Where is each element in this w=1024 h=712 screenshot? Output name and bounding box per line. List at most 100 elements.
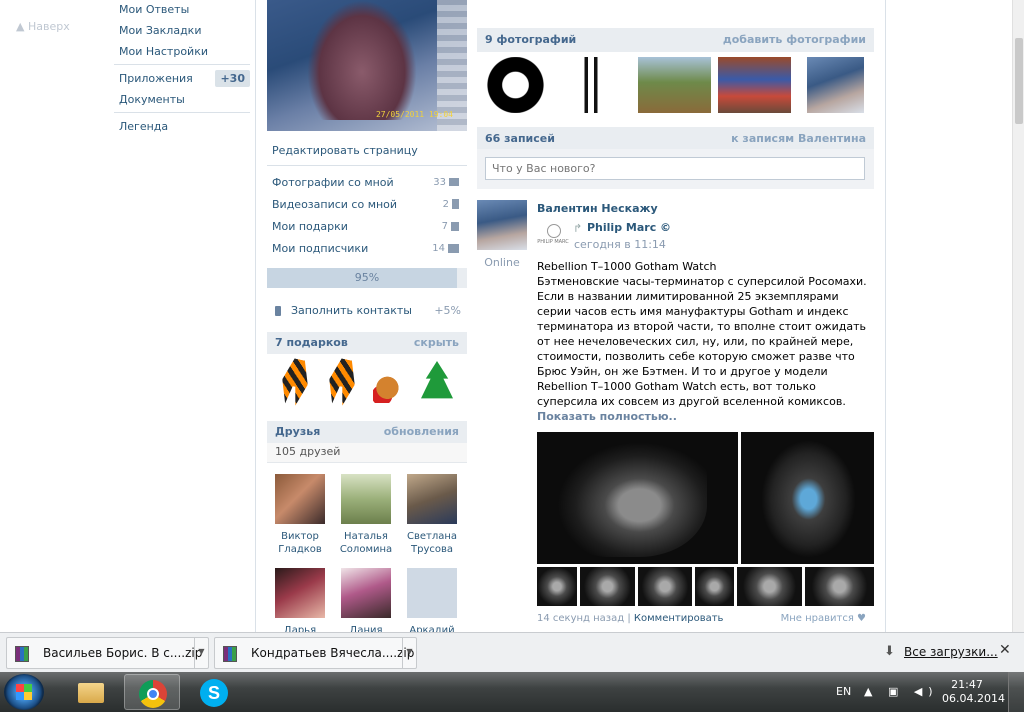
online-status: Online	[484, 256, 520, 269]
close-downloads-button[interactable]: ✕	[999, 642, 1011, 658]
repost-time[interactable]: сегодня в 11:14	[574, 238, 666, 251]
comment-link[interactable]: Комментировать	[634, 613, 724, 624]
gift-tree[interactable]	[413, 359, 459, 409]
phone-icon	[275, 306, 281, 316]
completion-percent: 95%	[354, 271, 380, 284]
post-author-avatar[interactable]	[477, 200, 527, 250]
gifts-header[interactable]: 7 подарков скрыть	[267, 332, 467, 354]
camera-icon	[449, 178, 459, 186]
nav-item-legend[interactable]: Легенда	[110, 116, 254, 137]
photos-with-me-link[interactable]: Фотографии со мной 33	[267, 172, 467, 194]
tray-icons[interactable]: ▲ ▣ ◀)	[864, 685, 939, 698]
photo-thumbnails	[477, 55, 874, 117]
videos-count: 2	[442, 199, 449, 210]
philip-marc-logo[interactable]: PHILIP MARC	[537, 222, 569, 248]
download-options-icon[interactable]: ▼	[194, 638, 208, 668]
my-followers-link[interactable]: Мои подписчики 14	[267, 238, 467, 260]
download-item[interactable]: Васильев Борис. В с....zip ▼	[6, 637, 209, 669]
downloads-bar: Васильев Борис. В с....zip ▼ Кондратьев …	[0, 632, 1024, 672]
friend-avatar	[275, 568, 325, 618]
fill-contacts-link[interactable]: Заполнить контакты +5%	[267, 298, 467, 324]
friend-card[interactable]: Наталья Соломина	[336, 474, 396, 556]
followers-count: 14	[432, 243, 445, 254]
post-thumb[interactable]	[638, 567, 692, 606]
nav-item-apps[interactable]: Приложения +30	[110, 68, 254, 89]
post-image-watch-side[interactable]	[537, 432, 738, 564]
new-post-box	[477, 149, 874, 189]
archive-icon	[15, 646, 29, 662]
my-gifts-link[interactable]: Мои подарки 7	[267, 216, 467, 238]
photo-thumb-calligraphy[interactable]	[559, 57, 632, 113]
profile-photo[interactable]: 27/05/2011 19:04	[267, 0, 467, 131]
clock-time: 21:47	[951, 678, 983, 691]
start-button[interactable]	[4, 674, 44, 710]
photo-thumb-park[interactable]	[638, 57, 711, 113]
post-thumb[interactable]	[580, 567, 635, 606]
friend-avatar	[341, 568, 391, 618]
default-avatar-dog-icon	[407, 568, 457, 618]
watch-image	[761, 440, 856, 558]
show-full-link[interactable]: Показать полностью..	[537, 410, 677, 423]
gift-deer[interactable]	[367, 359, 413, 409]
windows-logo-icon	[16, 684, 32, 700]
language-indicator[interactable]: EN	[836, 685, 851, 698]
friend-card[interactable]: Аркадий	[402, 568, 462, 632]
edit-page-link[interactable]: Редактировать страницу	[267, 140, 467, 166]
photo-thumb-deck[interactable]	[807, 57, 864, 113]
friends-updates-link[interactable]: обновления	[384, 421, 459, 443]
add-photos-link[interactable]: добавить фотографии	[723, 28, 866, 52]
nav-item-answers[interactable]: Мои Ответы	[110, 0, 254, 20]
watch-image	[557, 442, 707, 557]
column-divider	[885, 0, 886, 632]
post-thumb[interactable]	[695, 567, 734, 606]
footer-separator: |	[627, 613, 631, 624]
post-thumb[interactable]	[737, 567, 802, 606]
photos-header[interactable]: 9 фотографий добавить фотографии	[477, 28, 874, 52]
post-text: Rebellion T–1000 Gotham Watch Бэтменовски…	[537, 260, 867, 408]
nav-divider	[114, 112, 250, 113]
hide-gifts-link[interactable]: скрыть	[414, 332, 459, 354]
videos-with-me-link[interactable]: Видеозаписи со мной 2	[267, 194, 467, 216]
explorer-taskbar-button[interactable]	[62, 674, 118, 710]
photo-figure	[307, 0, 417, 120]
post-author-name[interactable]: Валентин Нескажу	[537, 202, 658, 215]
people-icon	[448, 243, 459, 253]
show-desktop-button[interactable]	[1008, 672, 1024, 712]
post-thumb[interactable]	[537, 567, 577, 606]
friends-header[interactable]: Друзья обновления	[267, 421, 467, 443]
folder-icon	[78, 683, 104, 703]
post-thumb[interactable]	[805, 567, 874, 606]
friend-card[interactable]: Дарья	[270, 568, 330, 632]
scroll-to-top-link[interactable]: ▲ Наверх	[16, 20, 70, 33]
clock[interactable]: 21:47 06.04.2014	[942, 678, 1005, 706]
like-button[interactable]: Мне нравится ♥	[781, 613, 866, 624]
nav-item-settings[interactable]: Мои Настройки	[110, 41, 254, 62]
christmas-tree-icon	[421, 361, 453, 399]
page-scrollbar[interactable]	[1012, 0, 1024, 632]
chrome-icon	[139, 680, 167, 708]
nav-item-documents[interactable]: Документы	[110, 89, 254, 110]
friend-card[interactable]: Дания	[336, 568, 396, 632]
gifts-list	[267, 355, 467, 411]
nav-item-bookmarks[interactable]: Мои Закладки	[110, 20, 254, 41]
friend-card[interactable]: Светлана Трусова	[402, 474, 462, 556]
scrollbar-thumb[interactable]	[1015, 38, 1023, 124]
download-item[interactable]: Кондратьев Вячесла....zip ▼	[214, 637, 417, 669]
ribbon-icon	[325, 357, 360, 407]
friend-avatar	[407, 474, 457, 524]
skype-taskbar-button[interactable]: S	[186, 674, 242, 710]
chrome-taskbar-button[interactable]	[124, 674, 180, 710]
repost-source-name[interactable]: Philip Marc ©	[587, 221, 671, 234]
download-options-icon[interactable]: ▼	[402, 638, 416, 668]
new-post-input[interactable]	[485, 157, 865, 180]
gift-ribbon[interactable]	[272, 359, 318, 409]
post-time-ago[interactable]: 14 секунд назад	[537, 613, 624, 624]
friend-card[interactable]: Виктор Гладков	[270, 474, 330, 556]
all-downloads-link[interactable]: Все загрузки...	[904, 645, 998, 659]
gift-ribbon[interactable]	[319, 359, 365, 409]
to-wall-link[interactable]: к записям Валентина	[731, 127, 866, 151]
post-image-watch-front[interactable]	[741, 432, 874, 564]
wall-header[interactable]: 66 записей к записям Валентина	[477, 127, 874, 151]
photo-thumb-group[interactable]	[718, 57, 791, 113]
photo-thumb-tiger[interactable]	[479, 57, 552, 113]
